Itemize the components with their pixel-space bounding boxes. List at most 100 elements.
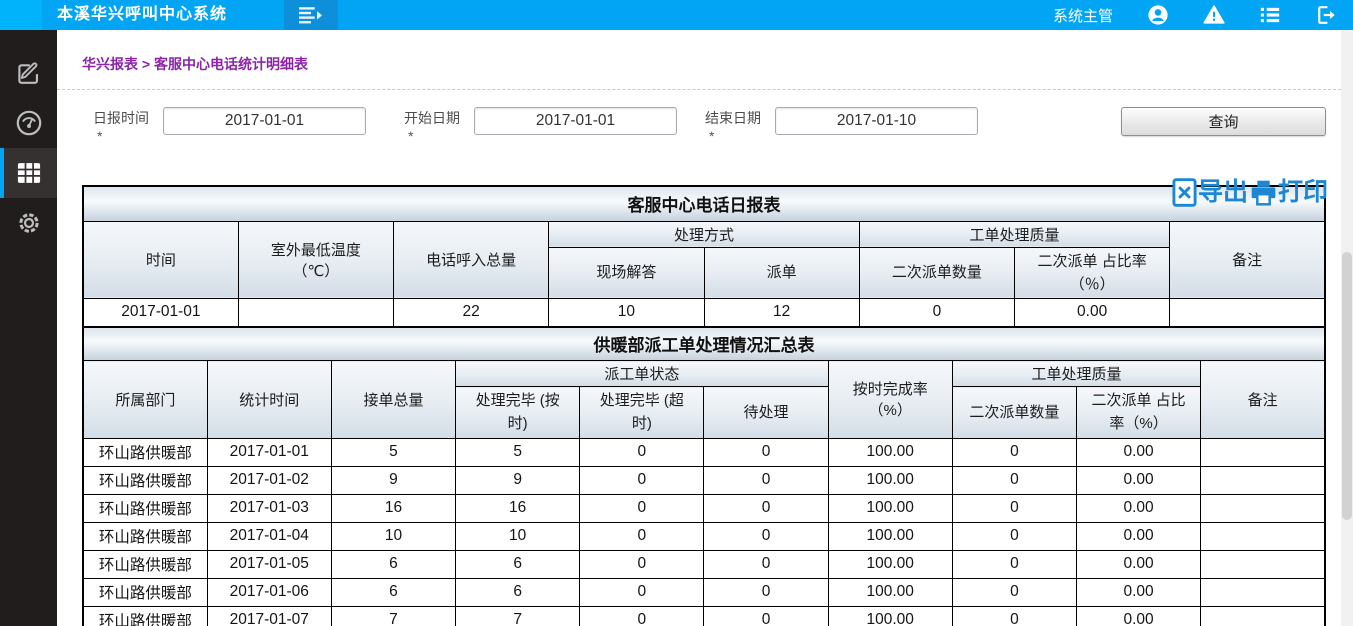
report-date-input[interactable] bbox=[163, 107, 366, 135]
required-asterisk: * bbox=[93, 128, 149, 146]
table-cell: 0 bbox=[580, 494, 704, 522]
table-cell: 100.00 bbox=[828, 522, 952, 550]
table-cell: 7 bbox=[331, 606, 455, 626]
table-row: 环山路供暖部2017-01-056600100.0000.00 bbox=[83, 550, 1325, 578]
table-cell: 0 bbox=[704, 494, 828, 522]
vertical-scrollbar[interactable] bbox=[1341, 30, 1353, 626]
topbar-right-group: 系统主管 bbox=[1053, 0, 1337, 30]
logout-icon[interactable] bbox=[1315, 4, 1337, 26]
column-header: 接单总量 bbox=[331, 361, 455, 439]
export-button[interactable]: 导出 bbox=[1172, 178, 1248, 207]
table-cell: 2017-01-04 bbox=[207, 522, 331, 550]
table-cell: 0 bbox=[704, 550, 828, 578]
heating-dept-summary-table: 供暖部派工单处理情况汇总表 所属部门 统计时间 接单总量 派工单状态 按时完成率… bbox=[82, 326, 1326, 626]
table-cell bbox=[1201, 438, 1325, 466]
column-group-header: 处理方式 bbox=[549, 221, 860, 247]
table-cell: 0.00 bbox=[1077, 494, 1201, 522]
required-asterisk: * bbox=[404, 128, 460, 146]
column-header: 派单 bbox=[704, 247, 859, 299]
table-cell: 0 bbox=[580, 438, 704, 466]
column-group-header: 工单处理质量 bbox=[952, 361, 1200, 387]
table-cell: 6 bbox=[456, 578, 580, 606]
table-cell: 0 bbox=[952, 522, 1076, 550]
column-header: 二次派单数量 bbox=[859, 247, 1014, 299]
main-content: 华兴报表 > 客服中心电话统计明细表 日报时间* 开始日期* 结束日期* 查询 bbox=[57, 30, 1341, 626]
table-cell: 0 bbox=[704, 466, 828, 494]
summary-rows: 环山路供暖部2017-01-015500100.0000.00环山路供暖部201… bbox=[83, 438, 1325, 626]
table-cell bbox=[1170, 299, 1325, 327]
table-cell: 0 bbox=[704, 438, 828, 466]
active-indicator bbox=[0, 148, 4, 198]
table-cell: 0 bbox=[704, 578, 828, 606]
filter-bar: 日报时间* 开始日期* 结束日期* 查询 bbox=[57, 90, 1341, 145]
table-cell: 2017-01-01 bbox=[83, 299, 238, 327]
column-header: 所属部门 bbox=[83, 361, 207, 439]
table-cell: 0 bbox=[952, 494, 1076, 522]
scrollbar-thumb[interactable] bbox=[1342, 252, 1352, 520]
table-cell: 6 bbox=[456, 550, 580, 578]
table-row: 环山路供暖部2017-01-03161600100.0000.00 bbox=[83, 494, 1325, 522]
column-group-header: 工单处理质量 bbox=[859, 221, 1170, 247]
table-cell bbox=[1201, 550, 1325, 578]
table-cell: 2017-01-02 bbox=[207, 466, 331, 494]
table-cell bbox=[238, 299, 393, 327]
sidebar-item-settings[interactable] bbox=[0, 198, 57, 248]
column-group-header: 派工单状态 bbox=[456, 361, 829, 387]
table-cell: 环山路供暖部 bbox=[83, 550, 207, 578]
menu-toggle-button[interactable] bbox=[284, 0, 338, 30]
table-cell: 0 bbox=[952, 466, 1076, 494]
start-date-input[interactable] bbox=[474, 107, 677, 135]
printer-icon bbox=[1250, 179, 1278, 206]
table-cell: 环山路供暖部 bbox=[83, 494, 207, 522]
breadcrumb: 华兴报表 > 客服中心电话统计明细表 bbox=[57, 30, 1341, 90]
app-title: 本溪华兴呼叫中心系统 bbox=[57, 0, 227, 30]
daily-phone-report-table: 客服中心电话日报表 时间 室外最低温度（℃） 电话呼入总量 处理方式 工单处理质… bbox=[82, 185, 1326, 328]
table-cell: 2017-01-03 bbox=[207, 494, 331, 522]
table-cell: 100.00 bbox=[828, 466, 952, 494]
table-cell: 0.00 bbox=[1077, 550, 1201, 578]
table-cell: 0 bbox=[952, 606, 1076, 626]
column-header: 统计时间 bbox=[207, 361, 331, 439]
table-cell: 2017-01-06 bbox=[207, 578, 331, 606]
table-cell: 9 bbox=[456, 466, 580, 494]
table-row: 环山路供暖部2017-01-015500100.0000.00 bbox=[83, 438, 1325, 466]
table-cell: 100.00 bbox=[828, 550, 952, 578]
hamburger-icon bbox=[299, 6, 323, 25]
column-header: 二次派单 占比率（％） bbox=[1015, 247, 1170, 299]
table-cell: 6 bbox=[331, 550, 455, 578]
table-cell: 0.00 bbox=[1077, 466, 1201, 494]
table-cell: 0.00 bbox=[1077, 522, 1201, 550]
column-header: 二次派单 占比率（%） bbox=[1077, 387, 1201, 439]
table-row: 2017-01-0122101200.00 bbox=[83, 299, 1325, 327]
user-icon[interactable] bbox=[1147, 4, 1169, 26]
list-icon[interactable] bbox=[1259, 4, 1281, 26]
filter-label-start-date: 开始日期* bbox=[404, 107, 460, 145]
print-button[interactable]: 打印 bbox=[1250, 179, 1328, 206]
table-grid-icon bbox=[15, 160, 43, 186]
table-title: 供暖部派工单处理情况汇总表 bbox=[83, 327, 1325, 361]
sidebar-item-dashboard[interactable] bbox=[0, 98, 57, 148]
end-date-input[interactable] bbox=[775, 107, 978, 135]
table-row: 环山路供暖部2017-01-077700100.0000.00 bbox=[83, 606, 1325, 626]
sidebar-item-reports[interactable] bbox=[0, 148, 57, 198]
sidebar bbox=[0, 30, 57, 626]
table-cell: 环山路供暖部 bbox=[83, 606, 207, 626]
table-cell: 10 bbox=[331, 522, 455, 550]
column-header: 现场解答 bbox=[549, 247, 704, 299]
table-cell: 0.00 bbox=[1077, 578, 1201, 606]
table-cell: 0.00 bbox=[1077, 438, 1201, 466]
table-cell: 2017-01-05 bbox=[207, 550, 331, 578]
table-cell: 0 bbox=[580, 522, 704, 550]
alert-triangle-icon[interactable] bbox=[1203, 4, 1225, 26]
search-button[interactable]: 查询 bbox=[1121, 107, 1326, 136]
table-cell bbox=[1201, 494, 1325, 522]
sidebar-item-edit[interactable] bbox=[0, 48, 57, 98]
table-cell: 100.00 bbox=[828, 438, 952, 466]
table-cell: 0 bbox=[580, 550, 704, 578]
gauge-icon bbox=[15, 109, 43, 137]
daily-report-rows: 2017-01-0122101200.00 bbox=[83, 299, 1325, 327]
user-role-label[interactable]: 系统主管 bbox=[1053, 5, 1113, 26]
table-cell: 0 bbox=[952, 550, 1076, 578]
table-cell: 0 bbox=[704, 606, 828, 626]
table-cell bbox=[1201, 606, 1325, 626]
